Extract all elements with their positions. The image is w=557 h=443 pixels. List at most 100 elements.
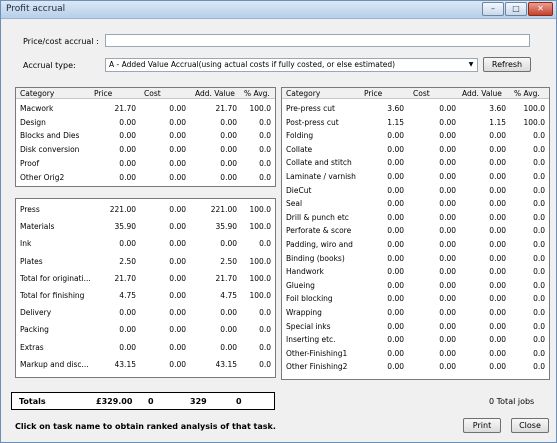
totals-label: Totals xyxy=(19,397,46,406)
category-cell[interactable]: Delivery xyxy=(20,308,90,317)
category-cell[interactable]: Post-press cut xyxy=(286,118,356,127)
cost-cell: 0.00 xyxy=(439,267,456,277)
category-cell[interactable]: Glueing xyxy=(286,281,356,290)
add-value-cell: 0.00 xyxy=(489,362,506,372)
add-value-cell: 0.00 xyxy=(220,308,237,318)
table-row[interactable]: Blocks and Dies 0.00 0.00 0.00 0.0 xyxy=(16,129,275,142)
category-cell[interactable]: Packing xyxy=(20,325,90,334)
table-row[interactable]: Proof 0.00 0.00 0.00 0.0 xyxy=(16,157,275,170)
table-row[interactable]: Binding (books) 0.00 0.00 0.00 0.0 xyxy=(282,252,549,265)
category-cell[interactable]: Wrapping xyxy=(286,308,356,317)
category-cell[interactable]: Special inks xyxy=(286,322,356,331)
title-bar: Profit accrual – □ ✕ xyxy=(1,1,556,19)
table-row[interactable]: Disk conversion 0.00 0.00 0.00 0.0 xyxy=(16,143,275,156)
category-cell[interactable]: Macwork xyxy=(20,104,90,113)
table-row[interactable]: Press 221.00 0.00 221.00 100.0 xyxy=(16,203,275,216)
pct-avg-cell: 0.0 xyxy=(533,185,545,195)
table-row[interactable]: Extras 0.00 0.00 0.00 0.0 xyxy=(16,341,275,354)
table-row[interactable]: Markup and disc... 43.15 0.00 43.15 0.0 xyxy=(16,358,275,371)
category-cell[interactable]: Inserting etc. xyxy=(286,335,356,344)
table-row[interactable]: Other Finishing2 0.00 0.00 0.00 0.0 xyxy=(282,360,549,373)
category-cell[interactable]: Markup and disc... xyxy=(20,360,90,369)
table-row[interactable]: Inserting etc. 0.00 0.00 0.00 0.0 xyxy=(282,333,549,346)
pct-avg-cell: 100.0 xyxy=(249,273,271,283)
category-cell[interactable]: Materials xyxy=(20,222,90,231)
maximize-button[interactable]: □ xyxy=(505,2,527,16)
category-cell[interactable]: Proof xyxy=(20,159,90,168)
table-row[interactable]: Handwork 0.00 0.00 0.00 0.0 xyxy=(282,265,549,278)
category-cell[interactable]: Laminate / varnish... xyxy=(286,172,356,181)
cost-cell: 0.00 xyxy=(169,291,186,300)
print-button[interactable]: Print xyxy=(463,418,501,433)
category-cell[interactable]: Foil blocking xyxy=(286,294,356,303)
table-row[interactable]: Macwork 21.70 0.00 21.70 100.0 xyxy=(16,102,275,115)
refresh-button[interactable]: Refresh xyxy=(483,57,531,72)
category-cell[interactable]: DieCut xyxy=(286,186,356,195)
table-row[interactable]: Drill & punch etc 0.00 0.00 0.00 0.0 xyxy=(282,211,549,224)
pct-avg-cell: 0.0 xyxy=(259,325,271,335)
table-row[interactable]: Folding 0.00 0.00 0.00 0.0 xyxy=(282,129,549,142)
category-cell[interactable]: Total for originati... xyxy=(20,274,90,283)
totals-cost: 0 xyxy=(148,397,154,406)
category-cell[interactable]: Folding xyxy=(286,131,356,140)
category-cell[interactable]: Other Orig2 xyxy=(20,173,90,182)
add-value-cell: 21.70 xyxy=(215,104,237,113)
minimize-button[interactable]: – xyxy=(482,2,504,16)
table-row[interactable]: Wrapping 0.00 0.00 0.00 0.0 xyxy=(282,306,549,319)
col-header-category: Category xyxy=(286,89,321,98)
table-row[interactable]: Laminate / varnish... 0.00 0.00 0.00 0.0 xyxy=(282,170,549,183)
table-row[interactable]: Total for finishing 4.75 0.00 4.75 100.0 xyxy=(16,289,275,302)
category-cell[interactable]: Padding, wiro and ... xyxy=(286,240,356,249)
table-row[interactable]: Other-Finishing1 0.00 0.00 0.00 0.0 xyxy=(282,347,549,360)
accrual-type-select[interactable]: A - Added Value Accrual(using actual cos… xyxy=(105,58,478,72)
category-cell[interactable]: Binding (books) xyxy=(286,254,356,263)
table-row[interactable]: Collate and stitch 0.00 0.00 0.00 0.0 xyxy=(282,156,549,169)
cost-cell: 0.00 xyxy=(439,348,456,358)
price-accrual-input[interactable] xyxy=(105,34,530,47)
table-row[interactable]: Total for originati... 21.70 0.00 21.70 100.… xyxy=(16,272,275,285)
table-row[interactable]: Plates 2.50 0.00 2.50 100.0 xyxy=(16,255,275,268)
close-button[interactable]: Close xyxy=(511,418,549,433)
category-cell[interactable]: Other Finishing2 xyxy=(286,362,356,371)
category-cell[interactable]: Plates xyxy=(20,257,90,266)
window-close-button[interactable]: ✕ xyxy=(528,2,553,16)
table-row[interactable]: Ink 0.00 0.00 0.00 0.0 xyxy=(16,237,275,250)
totals-pct: 0 xyxy=(236,397,242,406)
category-cell[interactable]: Drill & punch etc xyxy=(286,213,356,222)
table-row[interactable]: Seal 0.00 0.00 0.00 0.0 xyxy=(282,197,549,210)
category-cell[interactable]: Collate and stitch xyxy=(286,158,356,167)
table-row[interactable]: Perforate & score 0.00 0.00 0.00 0.0 xyxy=(282,224,549,237)
table-row[interactable]: Post-press cut 1.15 0.00 1.15 100.0 xyxy=(282,116,549,129)
table-row[interactable]: Collate 0.00 0.00 0.00 0.0 xyxy=(282,143,549,156)
category-cell[interactable]: Seal xyxy=(286,199,356,208)
table-row[interactable]: Foil blocking 0.00 0.00 0.00 0.0 xyxy=(282,292,549,305)
table-row[interactable]: Padding, wiro and ... 0.00 0.00 0.00 0.0 xyxy=(282,238,549,251)
category-cell[interactable]: Design xyxy=(20,118,90,127)
table-row[interactable]: Design 0.00 0.00 0.00 0.0 xyxy=(16,116,275,129)
category-cell[interactable]: Other-Finishing1 xyxy=(286,349,356,358)
category-cell[interactable]: Handwork xyxy=(286,267,356,276)
table-row[interactable]: Pre-press cut 3.60 0.00 3.60 100.0 xyxy=(282,102,549,115)
category-cell[interactable]: Perforate & score xyxy=(286,226,356,235)
table-row[interactable]: Glueing 0.00 0.00 0.00 0.0 xyxy=(282,279,549,292)
pct-avg-cell: 100.0 xyxy=(249,205,271,214)
table-row[interactable]: Delivery 0.00 0.00 0.00 0.0 xyxy=(16,306,275,319)
category-cell[interactable]: Total for finishing xyxy=(20,291,90,300)
category-cell[interactable]: Ink xyxy=(20,239,90,248)
table-row[interactable]: Special inks 0.00 0.00 0.00 0.0 xyxy=(282,320,549,333)
category-cell[interactable]: Blocks and Dies xyxy=(20,131,90,140)
table-row[interactable]: Materials 35.90 0.00 35.90 100.0 xyxy=(16,220,275,233)
category-cell[interactable]: Extras xyxy=(20,343,90,352)
table-row[interactable]: Other Orig2 0.00 0.00 0.00 0.0 xyxy=(16,171,275,184)
pct-avg-cell: 0.0 xyxy=(533,212,545,222)
table-row[interactable]: DieCut 0.00 0.00 0.00 0.0 xyxy=(282,184,549,197)
category-cell[interactable]: Press xyxy=(20,205,90,214)
add-value-cell: 0.00 xyxy=(489,294,506,304)
add-value-cell: 0.00 xyxy=(489,199,506,209)
col-header-price: Price xyxy=(364,89,383,98)
table-row[interactable]: Packing 0.00 0.00 0.00 0.0 xyxy=(16,323,275,336)
category-cell[interactable]: Collate xyxy=(286,145,356,154)
category-cell[interactable]: Pre-press cut xyxy=(286,104,356,113)
price-cell: 0.00 xyxy=(387,199,404,209)
category-cell[interactable]: Disk conversion xyxy=(20,145,90,154)
